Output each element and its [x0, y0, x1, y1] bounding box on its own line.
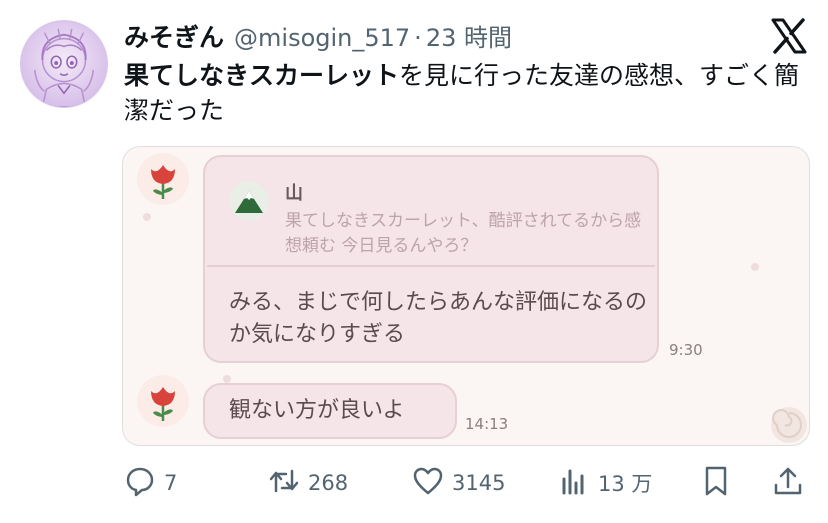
action-bar: 7 268 3145 13 万	[0, 458, 828, 508]
user-handle[interactable]: @misogin_517	[234, 24, 410, 52]
display-name[interactable]: みそぎん	[124, 18, 224, 54]
post-text-bold: 果てしなきスカーレット	[124, 61, 400, 90]
reply-icon	[124, 465, 156, 502]
views-icon	[558, 465, 590, 502]
post-text: 果てしなきスカーレットを見に行った友達の感想、すごく簡潔だった	[124, 58, 814, 128]
avatar[interactable]	[20, 20, 108, 108]
message-bubble: 観ない方が良いよ	[203, 383, 457, 439]
like-count: 3145	[452, 471, 506, 495]
post-header: みそぎん @misogin_517 · 23 時間	[124, 18, 512, 52]
reply-button[interactable]: 7	[124, 458, 177, 508]
post-image[interactable]: 山 果てしなきスカーレット、酷評されてるから感想頼む 今日見るんやろ？ みる、ま…	[122, 146, 810, 446]
swirl-decoration-icon	[767, 403, 809, 445]
message-text: 観ない方が良いよ	[229, 398, 405, 423]
post-time[interactable]: 23 時間	[426, 18, 512, 53]
repost-count: 268	[308, 471, 349, 495]
message-timestamp: 9:30	[669, 341, 703, 359]
views-button[interactable]: 13 万	[558, 458, 652, 508]
share-icon	[772, 465, 804, 502]
separator-dot: ·	[414, 24, 422, 52]
x-logo-icon[interactable]	[770, 18, 808, 54]
decoration-dot	[143, 213, 151, 221]
like-button[interactable]: 3145	[412, 458, 505, 508]
quoted-text: 果てしなきスカーレット、酷評されてるから感想頼む 今日見るんやろ？	[285, 211, 642, 256]
flower-avatar-icon	[137, 375, 189, 427]
message-text: みる、まじで何したらあんな評価になるのか気になりすぎる	[229, 290, 648, 347]
reply-count: 7	[164, 471, 178, 495]
heart-icon	[412, 465, 444, 502]
repost-button[interactable]: 268	[268, 458, 348, 508]
flower-avatar-icon	[137, 153, 189, 205]
decoration-dot	[223, 375, 231, 383]
decoration-dot	[751, 263, 759, 271]
quoted-sender-name: 山	[285, 183, 303, 204]
share-button[interactable]	[772, 458, 804, 508]
mountain-icon	[229, 181, 269, 221]
quoted-message[interactable]: 山 果てしなきスカーレット、酷評されてるから感想頼む 今日見るんやろ？	[207, 159, 655, 267]
message-bubble-reply: 山 果てしなきスカーレット、酷評されてるから感想頼む 今日見るんやろ？ みる、ま…	[203, 155, 659, 363]
bookmark-icon	[700, 465, 732, 502]
repost-icon	[268, 465, 300, 502]
bookmark-button[interactable]	[700, 458, 732, 508]
message-timestamp: 14:13	[465, 415, 509, 433]
view-count: 13 万	[598, 472, 653, 496]
